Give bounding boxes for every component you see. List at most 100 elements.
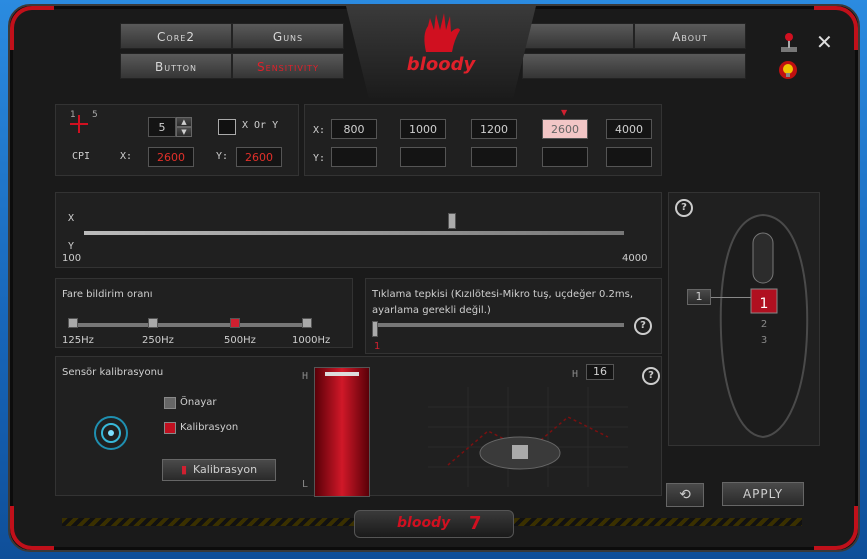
slider-min-label: 100 [62, 253, 82, 264]
cpi-x-label: X: [120, 151, 133, 162]
tab-core2[interactable]: Core2 [120, 23, 232, 49]
level-min-label: 1 [70, 110, 76, 120]
calibration-help-icon[interactable]: ? [642, 367, 660, 385]
report-rate-500-knob[interactable] [230, 318, 240, 328]
preset-checkbox[interactable] [164, 397, 176, 409]
corner-accent [10, 6, 54, 50]
tab-about[interactable]: About [634, 23, 746, 49]
tab-guns[interactable]: Guns [232, 23, 344, 49]
dpi-y-value-5[interactable] [606, 147, 652, 167]
svg-text:2: 2 [761, 319, 767, 330]
height-value-h-label: H [572, 369, 579, 380]
tab-button[interactable]: Button [120, 53, 232, 79]
row-y-label: Y: [313, 153, 326, 164]
bulb-icon[interactable] [778, 60, 798, 80]
corner-accent [10, 506, 54, 550]
dpi-x-value-1[interactable]: 800 [331, 119, 377, 139]
report-rate-option: 125Hz [62, 335, 94, 346]
cpi-x-input[interactable]: 2600 [148, 147, 194, 167]
tab-blank-2[interactable] [522, 53, 746, 79]
calibration-title: Sensör kalibrasyonu [62, 367, 164, 378]
footer-logo: bloody [397, 515, 451, 531]
calibration-label: Kalibrasyon [180, 422, 239, 433]
click-response-track[interactable] [374, 323, 624, 327]
dpi-y-value-3[interactable] [471, 147, 517, 167]
level-down-button[interactable]: ▼ [176, 127, 192, 137]
preset-label: Önayar [180, 397, 217, 408]
report-rate-1000-knob[interactable] [302, 318, 312, 328]
tab-sensitivity[interactable]: Sensitivity [232, 53, 344, 79]
dpi-x-value-5[interactable]: 4000 [606, 119, 652, 139]
height-bar-indicator [325, 372, 359, 376]
mouse-sensor-graph-icon [428, 387, 628, 487]
mouse-button-1-tag[interactable]: 1 [687, 289, 711, 305]
calibrate-button[interactable]: ▮ Kalibrasyon [162, 459, 276, 481]
footer-version: 7 [469, 513, 482, 534]
mouse-outline-icon: 1 2 3 [719, 213, 809, 439]
height-h-label: H [302, 371, 309, 382]
report-rate-title: Fare bildirim oranı [62, 289, 153, 300]
tab-blank-1[interactable] [522, 23, 634, 49]
cpi-label: CPI [72, 151, 91, 162]
x-or-y-checkbox[interactable] [218, 119, 236, 135]
height-l-label: L [302, 479, 309, 490]
click-response-title-line2: ayarlama gerekli değil.) [372, 305, 491, 316]
slider-x-label: X [68, 213, 75, 224]
report-rate-125-knob[interactable] [68, 318, 78, 328]
active-marker-icon: ▼ [561, 108, 568, 117]
report-rate-option: 500Hz [224, 335, 256, 346]
svg-text:3: 3 [761, 335, 767, 346]
dpi-values-panel: X: Y: 800 1000 1200 2600 4000 ▼ [304, 104, 662, 176]
height-value-input[interactable]: 16 [586, 364, 614, 380]
joystick-icon[interactable] [778, 32, 800, 54]
xy-slider-handle[interactable] [448, 213, 456, 229]
click-response-help-icon[interactable]: ? [634, 317, 652, 335]
apply-button[interactable]: APPLY [722, 482, 804, 506]
report-rate-option: 1000Hz [292, 335, 331, 346]
dpi-y-value-2[interactable] [400, 147, 446, 167]
cpi-y-input[interactable]: 2600 [236, 147, 282, 167]
calibration-checkbox[interactable] [164, 422, 176, 434]
cpi-y-label: Y: [216, 151, 229, 162]
row-x-label: X: [313, 125, 326, 136]
report-rate-option: 250Hz [142, 335, 174, 346]
logo-text: bloody [406, 54, 476, 75]
app-window: Core2 Guns Button Sensitivity About bloo… [8, 4, 860, 552]
mouse-button-panel: ? 1 2 3 1 [668, 192, 820, 446]
dpi-x-value-2[interactable]: 1000 [400, 119, 446, 139]
dpi-y-value-1[interactable] [331, 147, 377, 167]
close-icon[interactable]: ✕ [816, 30, 833, 54]
xy-slider-track[interactable] [84, 231, 624, 235]
click-response-title-line1: Tıklama tepkisi (Kızılötesi-Mikro tuş, u… [372, 289, 633, 300]
dpi-level-input[interactable]: 5 [148, 117, 176, 137]
sensor-target-icon [94, 416, 128, 450]
report-rate-panel: Fare bildirim oranı 125Hz 250Hz 500Hz 10… [55, 278, 353, 348]
bloody-hand-logo-icon [424, 13, 460, 52]
mouse-help-icon[interactable]: ? [675, 199, 693, 217]
click-response-panel: Tıklama tepkisi (Kızılötesi-Mikro tuş, u… [365, 278, 662, 354]
calibrate-icon: ▮ [180, 463, 187, 476]
corner-accent [814, 506, 858, 550]
click-response-handle[interactable] [372, 321, 378, 337]
footer-badge: bloody 7 [354, 510, 514, 538]
click-response-value: 1 [374, 341, 381, 352]
logo-plate: bloody [346, 6, 536, 98]
report-rate-track[interactable] [68, 323, 308, 327]
xy-slider-panel: X Y 100 4000 [55, 192, 662, 268]
slider-max-label: 4000 [622, 253, 648, 264]
dpi-x-value-4[interactable]: 2600 [542, 119, 588, 139]
dpi-x-value-3[interactable]: 1200 [471, 119, 517, 139]
dpi-panel: 1 5 5 ▲ ▼ X Or Y CPI X: 2600 Y: 2600 [55, 104, 299, 176]
reset-button[interactable]: ⟲ [666, 483, 704, 507]
x-or-y-label: X Or Y [242, 120, 279, 131]
level-up-button[interactable]: ▲ [176, 117, 192, 127]
dpi-y-value-4[interactable] [542, 147, 588, 167]
level-max-label: 5 [92, 110, 98, 120]
calibrate-button-label: Kalibrasyon [193, 463, 258, 476]
report-rate-250-knob[interactable] [148, 318, 158, 328]
mouse-button-connector [711, 297, 751, 298]
slider-y-label: Y [68, 241, 75, 252]
height-bar[interactable] [314, 367, 370, 497]
calibration-panel: Sensör kalibrasyonu Önayar Kalibrasyon ▮… [55, 356, 662, 497]
svg-text:1: 1 [760, 296, 769, 312]
